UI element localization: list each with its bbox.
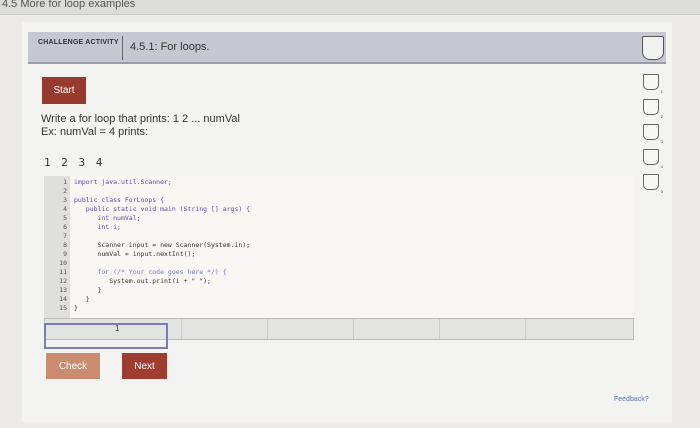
test-segment <box>439 319 526 339</box>
code-line: 3 public class ForLoops { <box>44 196 634 205</box>
code-line: 1 import java.util.Scanner; <box>44 178 634 187</box>
activity-title: 4.5.1: For loops. <box>130 41 210 53</box>
line-number: 14 <box>59 295 67 303</box>
start-button[interactable]: Start <box>42 77 86 104</box>
code-line: 6 int i; <box>44 223 634 232</box>
line-number: 13 <box>59 286 67 294</box>
code-line: 10 <box>44 259 634 268</box>
code-text: import java.util.Scanner; <box>74 178 172 186</box>
level-progress: 1 2 3 4 5 <box>641 74 663 199</box>
answer-highlight-box[interactable] <box>44 323 168 349</box>
level-3-box[interactable]: 3 <box>643 124 663 144</box>
line-number: 2 <box>63 187 67 195</box>
line-number: 1 <box>63 178 67 186</box>
header-divider <box>122 36 123 60</box>
code-text: Scanner input = new Scanner(System.in); <box>74 241 251 249</box>
line-number: 9 <box>63 250 67 258</box>
code-line: 15} <box>44 304 634 313</box>
line-number: 15 <box>59 304 67 312</box>
instructions-line-2: Ex: numVal = 4 prints: <box>41 126 149 138</box>
test-segment <box>353 319 440 339</box>
level-2-box[interactable]: 2 <box>643 99 663 119</box>
level-1-box[interactable]: 1 <box>643 74 663 94</box>
code-line: 13 } <box>44 286 634 295</box>
code-line: 5 int numVal; <box>44 214 634 223</box>
code-line: 4 public static void main (String [] arg… <box>44 205 634 214</box>
code-text: } <box>74 304 78 312</box>
level-number: 4 <box>660 164 663 169</box>
code-line: 2 <box>44 187 634 196</box>
code-text: numVal = input.nextInt(); <box>74 250 196 258</box>
test-segment <box>181 319 268 339</box>
line-number: 12 <box>59 277 67 285</box>
feedback-link[interactable]: Feedback? <box>614 396 649 403</box>
code-line: 8 Scanner input = new Scanner(System.in)… <box>44 241 634 250</box>
line-number: 8 <box>63 241 67 249</box>
code-text: public class ForLoops { <box>74 196 165 204</box>
completion-shield-icon <box>642 36 664 60</box>
line-number: 7 <box>63 232 67 240</box>
instructions-line-1: Write a for loop that prints: 1 2 ... nu… <box>41 113 240 125</box>
test-segment <box>267 319 354 339</box>
section-header-bar: 4.5 More for loop examples <box>0 0 700 15</box>
code-line: 7 <box>44 232 634 241</box>
level-number: 2 <box>660 114 663 119</box>
code-text: int numVal; <box>74 214 141 222</box>
code-text: for (/* Your code goes here */) { <box>74 268 227 276</box>
section-title: 4.5 More for loop examples <box>2 0 136 10</box>
code-text: public static void main (String [] args)… <box>74 205 251 213</box>
line-number: 11 <box>59 268 67 276</box>
level-4-box[interactable]: 4 <box>643 149 663 169</box>
code-editor[interactable]: 1 import java.util.Scanner; 2 3 public cla… <box>44 176 634 318</box>
code-line: 9 numVal = input.nextInt(); <box>44 250 634 259</box>
level-number: 1 <box>660 89 663 94</box>
test-segment <box>525 319 631 339</box>
next-button[interactable]: Next <box>122 353 167 379</box>
challenge-header: CHALLENGE ACTIVITY 4.5.1: For loops. <box>28 32 666 64</box>
level-5-box[interactable]: 5 <box>643 174 663 194</box>
line-number: 6 <box>63 223 67 231</box>
check-button[interactable]: Check <box>46 353 100 379</box>
sample-output: 1 2 3 4 <box>44 156 105 169</box>
line-number: 5 <box>63 214 67 222</box>
line-number: 3 <box>63 196 67 204</box>
level-number: 3 <box>660 139 663 144</box>
code-line: 11 for (/* Your code goes here */) { <box>44 268 634 277</box>
code-line: 14 } <box>44 295 634 304</box>
code-text: } <box>74 295 90 303</box>
code-line: 12 System.out.print(i + " "); <box>44 277 634 286</box>
level-number: 5 <box>660 189 663 194</box>
instructions: Write a for loop that prints: 1 2 ... nu… <box>41 113 240 139</box>
line-number: 10 <box>59 259 67 267</box>
challenge-activity-label: CHALLENGE ACTIVITY <box>38 39 119 46</box>
code-text: int i; <box>74 223 121 231</box>
line-number: 4 <box>63 205 67 213</box>
code-text: } <box>74 286 102 294</box>
code-text: System.out.print(i + " "); <box>74 277 211 285</box>
